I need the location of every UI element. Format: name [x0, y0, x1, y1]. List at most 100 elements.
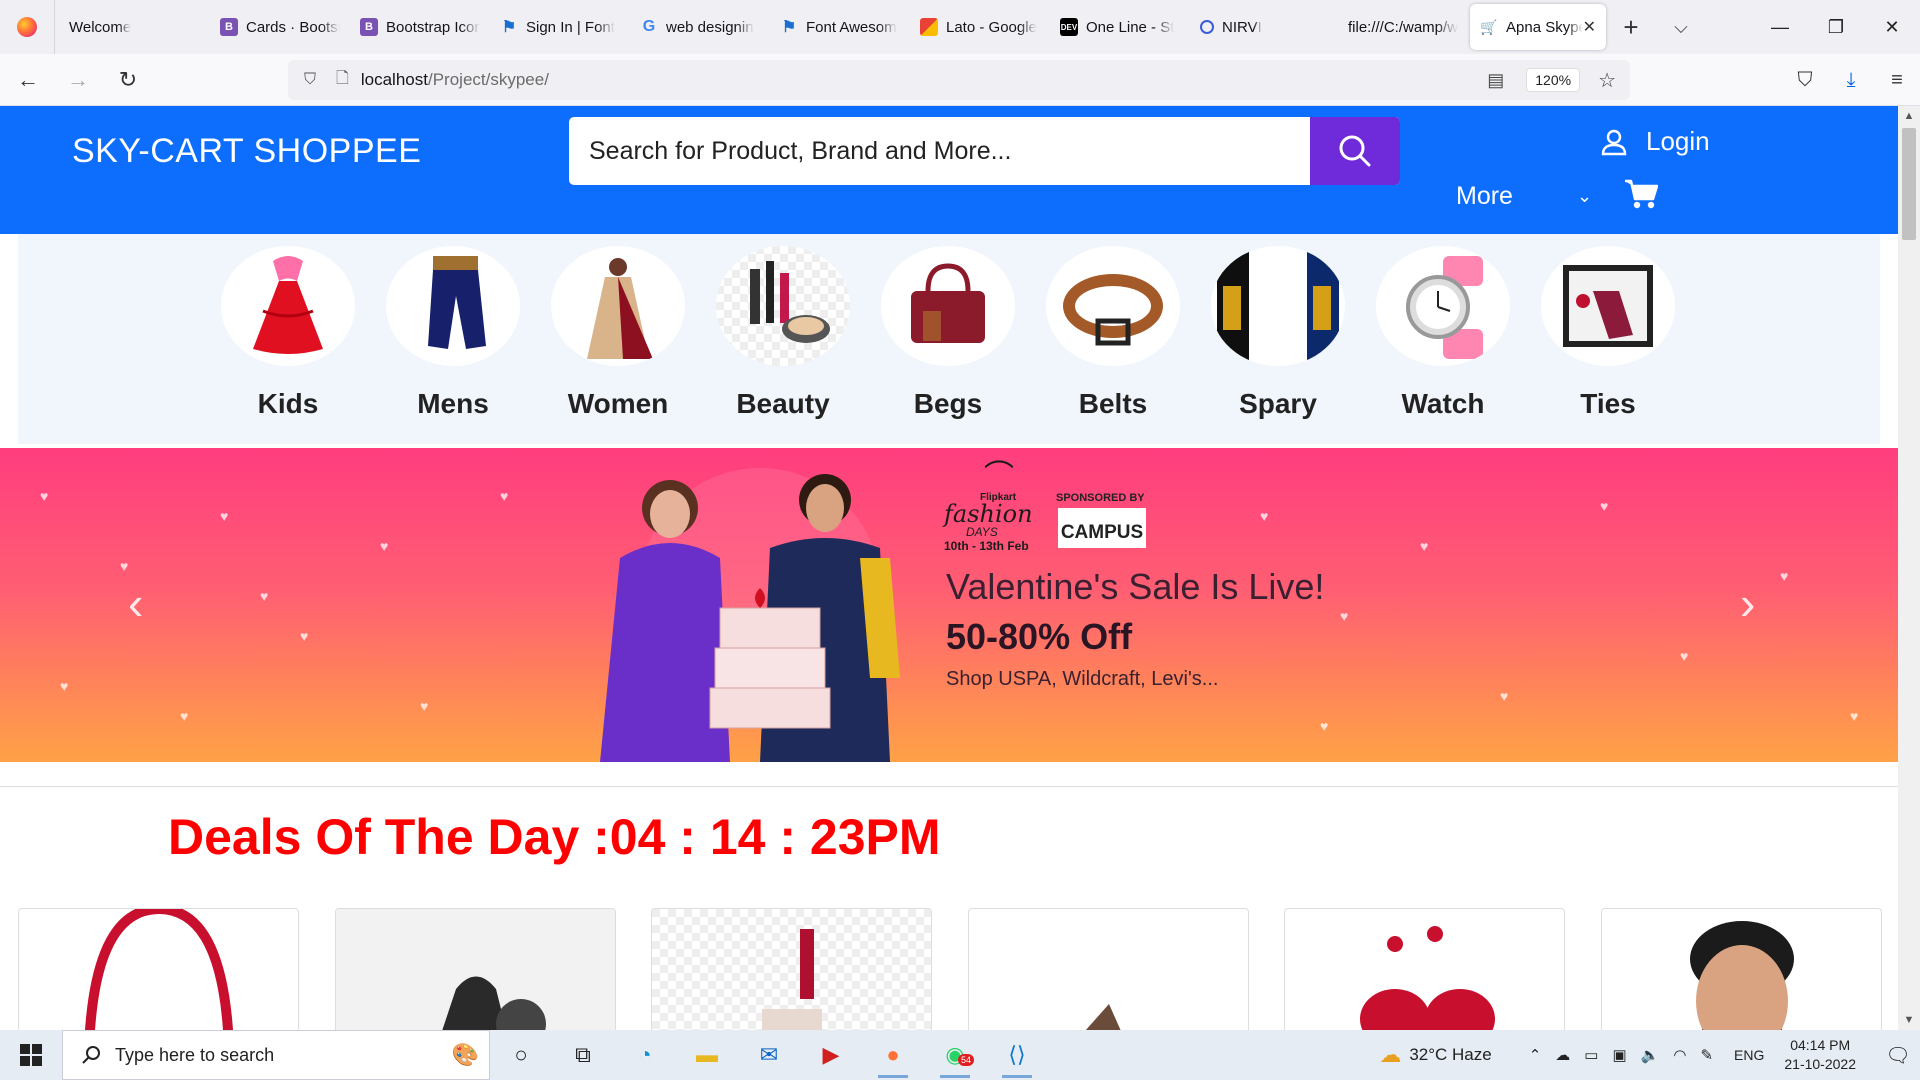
forward-icon[interactable]: →: [56, 58, 100, 102]
reload-icon[interactable]: ↻: [106, 58, 150, 102]
page-info-icon[interactable]: 🗋: [336, 67, 349, 94]
carousel-prev-icon[interactable]: ‹: [128, 576, 143, 630]
whatsapp-badge: 54: [958, 1054, 975, 1066]
bookmark-star-icon[interactable]: ☆: [1598, 68, 1616, 93]
weather-text: 32°C Haze: [1409, 1045, 1492, 1064]
scrollbar-thumb[interactable]: [1902, 128, 1916, 240]
category-women[interactable]: Women: [543, 246, 693, 420]
product-card-kids-shoes[interactable]: [1284, 908, 1565, 1030]
tab-label: Sign In | Font: [526, 18, 615, 36]
show-hidden-icons-icon[interactable]: ⌃: [1529, 1046, 1542, 1064]
more-dropdown[interactable]: More ⌄: [1456, 182, 1592, 211]
app-menu-icon[interactable]: ≡: [1874, 69, 1920, 92]
zoom-level-button[interactable]: 120%: [1526, 68, 1581, 92]
restore-icon[interactable]: ❐: [1808, 0, 1864, 54]
brand-logo[interactable]: SKY-CART SHOPPEE: [72, 132, 421, 171]
firefox-taskbar-icon[interactable]: ●: [862, 1030, 924, 1080]
back-icon[interactable]: ←: [6, 58, 50, 102]
scroll-down-icon[interactable]: ▼: [1898, 1010, 1920, 1030]
category-label: Watch: [1401, 388, 1485, 419]
category-begs[interactable]: Begs: [873, 246, 1023, 420]
minimize-icon[interactable]: —: [1752, 0, 1808, 54]
firefox-menu-icon[interactable]: [0, 0, 54, 54]
category-kids[interactable]: Kids: [213, 246, 363, 420]
pocket-icon[interactable]: ⛉: [1782, 69, 1828, 92]
dev-icon: DEV: [1060, 18, 1078, 36]
search-input[interactable]: Search for Product, Brand and More...: [569, 117, 1310, 185]
start-button[interactable]: [0, 1030, 62, 1080]
login-label: Login: [1646, 126, 1710, 156]
downloads-icon[interactable]: ⤓: [1828, 69, 1874, 92]
product-card-makeup-brush[interactable]: [335, 908, 616, 1030]
tab-bootstrap-icons[interactable]: B Bootstrap Icon: [350, 0, 490, 54]
page-viewport: SKY-CART SHOPPEE Search for Product, Bra…: [0, 106, 1898, 1030]
new-tab-button[interactable]: +: [1606, 0, 1656, 54]
pen-icon[interactable]: ✎: [1700, 1046, 1713, 1064]
close-tab-icon[interactable]: ✕: [1583, 17, 1596, 37]
category-label: Begs: [913, 388, 983, 419]
meet-now-icon[interactable]: ▣: [1612, 1046, 1626, 1064]
tab-apna-skype[interactable]: 🛒 Apna Skype ✕: [1470, 4, 1606, 50]
windows-taskbar: Type here to search 🎨 ○ ⧉ ◔ ▬ ✉ ▶ ● ◉ 54 …: [0, 1030, 1920, 1080]
promo-banner-carousel[interactable]: ♥ ♥ ♥ ♥ ♥ ♥ ♥ ♥ ♥ ♥ ♥ ♥ ♥ ♥ ♥ ♥ ♥ ♥ ♥ ‹ …: [0, 448, 1898, 762]
language-indicator[interactable]: ENG: [1734, 1047, 1764, 1063]
category-ties[interactable]: Ties: [1533, 246, 1683, 420]
clock-date: 21-10-2022: [1784, 1056, 1856, 1072]
tab-sign-in-font-awesome[interactable]: ⚑ Sign In | Font: [490, 0, 630, 54]
notifications-icon[interactable]: 🗨: [1876, 1043, 1920, 1068]
tab-label: Apna Skype: [1506, 18, 1583, 36]
onedrive-icon[interactable]: ☁: [1555, 1046, 1570, 1064]
heart-decoration: ♥: [1600, 498, 1609, 514]
tab-nirvi[interactable]: NIRVI: [1190, 0, 1330, 54]
heart-decoration: ♥: [180, 708, 189, 724]
category-belts[interactable]: Belts: [1038, 246, 1188, 420]
category-watch[interactable]: Watch: [1368, 246, 1518, 420]
tab-one-line[interactable]: DEV One Line - St: [1050, 0, 1190, 54]
login-link[interactable]: Login: [1600, 126, 1710, 157]
file-explorer-icon[interactable]: ▬: [676, 1030, 738, 1080]
deals-of-the-day-heading: Deals Of The Day :04 : 14 : 23PM: [168, 809, 941, 865]
category-mens[interactable]: Mens: [378, 246, 528, 420]
category-spary[interactable]: Spary: [1203, 246, 1353, 420]
taskbar-clock[interactable]: 04:14 PM 21-10-2022: [1784, 1036, 1856, 1074]
tab-web-designing[interactable]: G web designin: [630, 0, 770, 54]
page-scrollbar[interactable]: ▲ ▼: [1898, 106, 1920, 1030]
battery-icon[interactable]: ▭: [1584, 1046, 1598, 1064]
reader-view-icon[interactable]: ▤: [1487, 70, 1504, 91]
volume-icon[interactable]: 🔈: [1641, 1046, 1660, 1064]
couple-models-image: [600, 468, 900, 762]
close-window-icon[interactable]: ✕: [1864, 0, 1920, 54]
product-card-heels[interactable]: [968, 908, 1249, 1030]
shield-icon[interactable]: ⛉: [304, 71, 322, 89]
product-card-men-grooming[interactable]: [1601, 908, 1882, 1030]
wifi-icon[interactable]: ◠: [1673, 1046, 1686, 1064]
tab-label: One Line - St: [1086, 18, 1175, 36]
cart-button[interactable]: [1624, 178, 1659, 215]
sponsored-by-label: SPONSORED BY: [1056, 492, 1145, 504]
search-button[interactable]: [1310, 117, 1400, 185]
carousel-next-icon[interactable]: ›: [1740, 576, 1755, 630]
tab-cards-bootstrap[interactable]: B Cards · Bootst: [210, 0, 350, 54]
task-view-icon[interactable]: ⧉: [552, 1030, 614, 1080]
scroll-up-icon[interactable]: ▲: [1898, 106, 1920, 126]
edge-browser-icon[interactable]: ◔: [614, 1030, 676, 1080]
tab-lato-google-fonts[interactable]: Lato - Google: [910, 0, 1050, 54]
whatsapp-icon[interactable]: ◉ 54: [924, 1030, 986, 1080]
vscode-icon[interactable]: ⟨⟩: [986, 1030, 1048, 1080]
heart-decoration: ♥: [40, 488, 49, 504]
cart-icon: [1625, 179, 1659, 209]
taskbar-search-box[interactable]: Type here to search 🎨: [62, 1030, 490, 1080]
product-card-lipstick[interactable]: [651, 908, 932, 1030]
heart-decoration: ♥: [1420, 538, 1429, 554]
tab-font-awesome[interactable]: ⚑ Font Awesom: [770, 0, 910, 54]
weather-widget[interactable]: ☁ 32°C Haze: [1379, 1042, 1491, 1068]
address-bar[interactable]: ⛉ 🗋 localhost/Project/skypee/ ▤ 120% ☆: [288, 60, 1630, 100]
cortana-icon[interactable]: ○: [490, 1030, 552, 1080]
tab-local-file[interactable]: file:///C:/wamp/w: [1330, 0, 1470, 54]
category-beauty[interactable]: Beauty: [708, 246, 858, 420]
mail-icon[interactable]: ✉: [738, 1030, 800, 1080]
tab-welcome[interactable]: Welcome: [54, 0, 210, 54]
media-player-icon[interactable]: ▶: [800, 1030, 862, 1080]
list-all-tabs-icon[interactable]: ⌵: [1656, 0, 1706, 54]
product-card-bag[interactable]: [18, 908, 299, 1030]
